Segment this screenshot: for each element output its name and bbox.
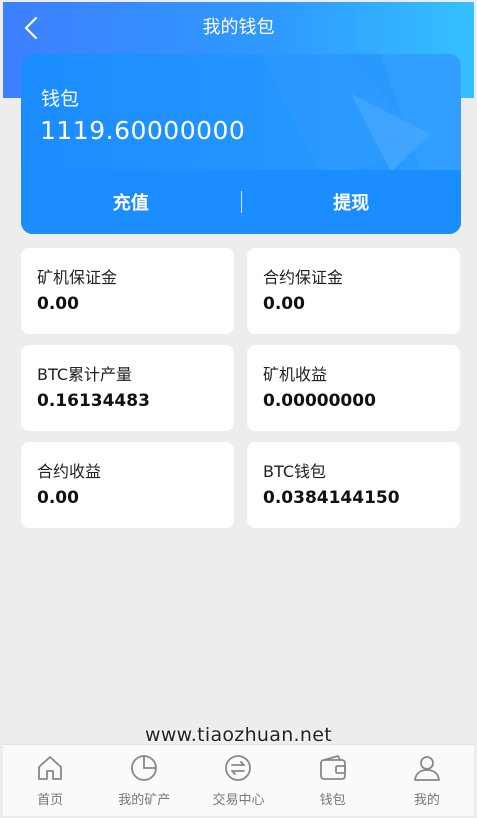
stat-value: 0.00 — [37, 294, 79, 314]
user-icon — [413, 756, 440, 781]
tab-wallet[interactable]: 钱包 — [286, 745, 380, 808]
stat-label: 矿机收益 — [263, 365, 328, 384]
wallet-icon — [319, 755, 346, 780]
wallet-card: 钱包 1119.60000000 充值 提现 — [21, 54, 461, 234]
pie-chart-icon — [131, 755, 158, 781]
stat-card-btc-total-output: BTC累计产量 0.16134483 — [21, 345, 234, 431]
page-title: 我的钱包 — [202, 17, 275, 38]
stat-value: 0.00 — [37, 488, 79, 508]
stat-card-btc-wallet: BTC钱包 0.0384144150 — [247, 442, 460, 528]
watermark: www.tiaozhuan.net — [145, 724, 332, 746]
tab-label: 首页 — [37, 793, 64, 808]
tab-label: 钱包 — [319, 793, 346, 808]
tab-home[interactable]: 首页 — [3, 745, 97, 808]
stat-label: BTC钱包 — [263, 462, 326, 481]
stat-label: BTC累计产量 — [37, 365, 132, 384]
tab-me[interactable]: 我的 — [380, 745, 474, 808]
stats-grid: 矿机保证金 0.00 合约保证金 0.00 BTC累计产量 0.16134483… — [21, 248, 461, 528]
tab-label: 我的 — [413, 793, 440, 808]
stat-value: 0.00 — [263, 294, 305, 314]
tab-label: 我的矿产 — [118, 793, 171, 808]
tab-label: 交易中心 — [212, 793, 265, 808]
stat-card-contract-earnings: 合约收益 0.00 — [21, 442, 234, 528]
exchange-icon — [225, 755, 252, 781]
withdraw-button[interactable]: 提现 — [242, 189, 462, 215]
stat-label: 合约保证金 — [263, 268, 344, 287]
tab-my-mining[interactable]: 我的矿产 — [97, 745, 191, 808]
wallet-balance: 1119.60000000 — [40, 116, 246, 145]
wallet-label: 钱包 — [41, 88, 80, 110]
tab-trading-center[interactable]: 交易中心 — [191, 745, 285, 808]
stat-label: 合约收益 — [37, 462, 102, 481]
stat-label: 矿机保证金 — [37, 268, 118, 287]
stat-value: 0.16134483 — [37, 391, 150, 411]
wallet-actions: 充值 提现 — [21, 170, 461, 234]
stat-card-contract-deposit: 合约保证金 0.00 — [247, 248, 460, 334]
stat-card-miner-deposit: 矿机保证金 0.00 — [21, 248, 234, 334]
app-frame: 我的钱包 钱包 1119.60000000 充值 提现 矿机保证金 0.00 合… — [3, 2, 474, 816]
recharge-button[interactable]: 充值 — [21, 189, 241, 215]
home-icon — [38, 756, 62, 780]
bottom-tab-bar: 首页 我的矿产 交易中心 钱包 我的 — [3, 744, 474, 816]
stat-card-miner-earnings: 矿机收益 0.00000000 — [247, 345, 460, 431]
stat-value: 0.0384144150 — [263, 488, 400, 508]
stat-value: 0.00000000 — [263, 391, 376, 411]
